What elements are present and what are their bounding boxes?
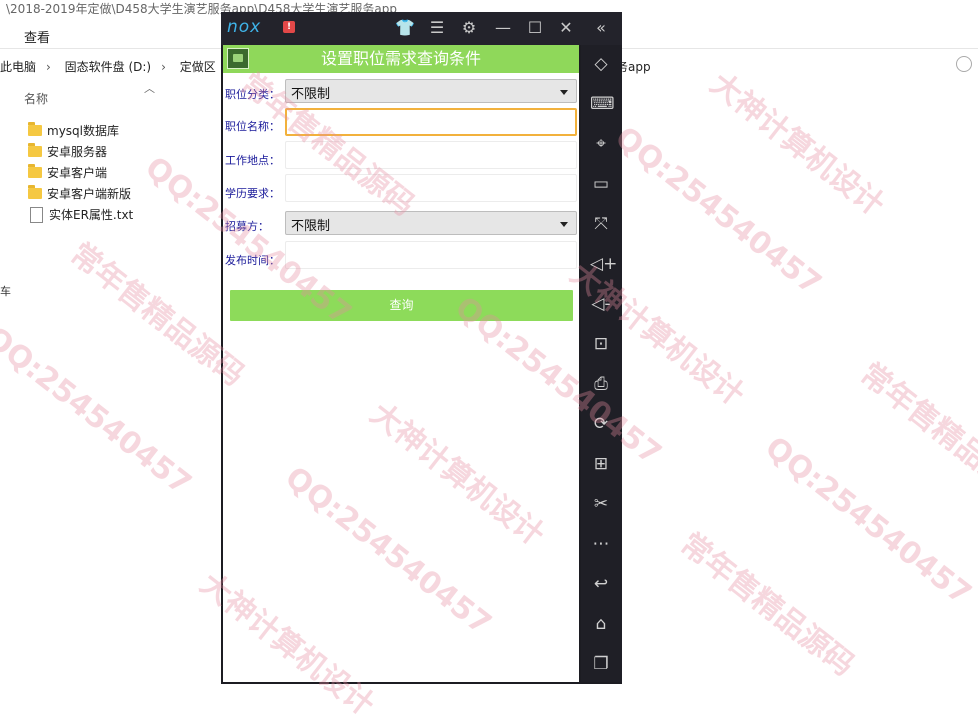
list-item[interactable]: 实体ER属性.txt bbox=[28, 204, 133, 225]
apk-icon[interactable]: ⊞ bbox=[590, 453, 612, 475]
file-name: 安卓客户端新版 bbox=[47, 187, 132, 201]
recruiter-label: 招募方： bbox=[225, 220, 269, 233]
app-header: 设置职位需求查询条件 bbox=[223, 45, 579, 73]
category-row: 职位分类： 不限制 bbox=[223, 78, 579, 108]
close-icon[interactable]: ✕ bbox=[556, 18, 576, 38]
category-select[interactable]: 不限制 bbox=[285, 79, 577, 103]
publish-time-label: 发布时间： bbox=[225, 254, 280, 267]
file-name: 实体ER属性.txt bbox=[49, 208, 134, 222]
list-item[interactable]: 安卓服务器 bbox=[28, 141, 133, 162]
shirt-icon[interactable]: 👕 bbox=[395, 18, 415, 38]
sort-chevron-up-icon: ︿ bbox=[144, 82, 155, 95]
folder-icon bbox=[28, 143, 42, 157]
file-name: 安卓客户端 bbox=[47, 166, 108, 180]
position-row: 职位名称： bbox=[223, 108, 579, 138]
address-segment-drive[interactable]: 固态软件盘 (D:) bbox=[65, 60, 151, 74]
education-label: 学历要求： bbox=[225, 187, 280, 200]
volume-down-icon[interactable]: ◁- bbox=[590, 293, 612, 315]
column-header-name[interactable]: 名称 bbox=[24, 90, 48, 107]
recruiter-selected-value: 不限制 bbox=[291, 219, 331, 234]
text-file-icon bbox=[30, 206, 43, 223]
nav-pane-fragment: 车 bbox=[0, 285, 11, 298]
nox-logo: nox bbox=[227, 17, 262, 37]
recruiter-select[interactable]: 不限制 bbox=[285, 211, 577, 235]
print-icon[interactable]: ⎙ bbox=[590, 373, 612, 395]
address-segment-folder[interactable]: 定做区 bbox=[180, 60, 216, 74]
category-selected-value: 不限制 bbox=[291, 87, 331, 102]
menu-icon[interactable]: ☰ bbox=[427, 18, 447, 38]
address-segment-this-pc[interactable]: 此电脑 bbox=[0, 60, 36, 74]
fullscreen-icon[interactable]: ⤧ bbox=[590, 213, 612, 235]
more-icon[interactable]: ⋯ bbox=[590, 533, 612, 555]
publish-time-row: 发布时间： bbox=[223, 241, 579, 271]
ribbon-view-tab[interactable]: 查看 bbox=[24, 27, 50, 46]
scissors-icon[interactable]: ✂ bbox=[590, 493, 612, 515]
folder-icon bbox=[28, 164, 42, 178]
back-icon[interactable]: ↩ bbox=[590, 573, 612, 595]
breadcrumb-separator-icon: › bbox=[161, 60, 166, 74]
location-label: 工作地点： bbox=[225, 154, 280, 167]
emulator-window: nox ! 👕 ☰ ⚙ — ☐ ✕ « 设置职位需求查询条件 职位分类： 不限制… bbox=[221, 12, 622, 684]
category-label: 职位分类： bbox=[225, 88, 280, 101]
shake-icon[interactable]: ⟳ bbox=[590, 413, 612, 435]
folder-icon bbox=[28, 122, 42, 136]
location-input[interactable] bbox=[285, 141, 577, 169]
list-item[interactable]: 安卓客户端 bbox=[28, 162, 133, 183]
position-label: 职位名称： bbox=[225, 120, 280, 133]
file-name: mysql数据库 bbox=[47, 124, 119, 138]
location-icon[interactable]: ⌖ bbox=[590, 133, 612, 155]
maximize-icon[interactable]: ☐ bbox=[525, 18, 545, 38]
education-input[interactable] bbox=[285, 174, 577, 202]
address-bar[interactable]: 此电脑› 固态软件盘 (D:)› 定做区› bbox=[0, 58, 241, 75]
dropdown-arrow-icon bbox=[560, 222, 568, 227]
list-item[interactable]: mysql数据库 bbox=[28, 120, 133, 141]
screen-icon[interactable]: ▭ bbox=[590, 173, 612, 195]
android-screen: 设置职位需求查询条件 职位分类： 不限制 职位名称： 工作地点： 学历要求： 招… bbox=[223, 45, 579, 682]
recent-apps-icon[interactable]: ❐ bbox=[590, 653, 612, 675]
eraser-icon[interactable]: ◇ bbox=[590, 53, 612, 75]
publish-time-input[interactable] bbox=[285, 241, 577, 269]
list-item[interactable]: 安卓客户端新版 bbox=[28, 183, 133, 204]
recruiter-row: 招募方： 不限制 bbox=[223, 210, 579, 240]
position-name-input[interactable] bbox=[285, 108, 577, 136]
file-name: 安卓服务器 bbox=[47, 145, 108, 159]
screenshot-icon[interactable]: ⊡ bbox=[590, 333, 612, 355]
gear-icon[interactable]: ⚙ bbox=[459, 18, 479, 38]
page-title: 设置职位需求查询条件 bbox=[320, 49, 481, 68]
folder-icon bbox=[28, 185, 42, 199]
minimize-icon[interactable]: — bbox=[493, 18, 513, 38]
breadcrumb-separator-icon: › bbox=[46, 60, 51, 74]
emulator-sidebar: ◇ ⌨ ⌖ ▭ ⤧ ◁+ ◁- ⊡ ⎙ ⟳ ⊞ ✂ ⋯ ↩ ⌂ ❐ bbox=[581, 45, 622, 682]
dropdown-arrow-icon bbox=[560, 90, 568, 95]
home-icon[interactable]: ⌂ bbox=[590, 613, 612, 635]
query-button[interactable]: 查询 bbox=[230, 290, 573, 321]
keyboard-icon[interactable]: ⌨ bbox=[590, 93, 615, 115]
education-row: 学历要求： bbox=[223, 174, 579, 204]
file-list: mysql数据库 安卓服务器 安卓客户端 安卓客户端新版 实体ER属性.txt bbox=[28, 120, 133, 225]
emulator-titlebar: nox ! 👕 ☰ ⚙ — ☐ ✕ « bbox=[221, 12, 622, 45]
volume-up-icon[interactable]: ◁+ bbox=[590, 253, 617, 275]
search-icon[interactable] bbox=[956, 56, 972, 72]
collapse-sidebar-icon[interactable]: « bbox=[591, 18, 611, 38]
location-row: 工作地点： bbox=[223, 141, 579, 171]
alert-icon[interactable]: ! bbox=[283, 21, 295, 33]
